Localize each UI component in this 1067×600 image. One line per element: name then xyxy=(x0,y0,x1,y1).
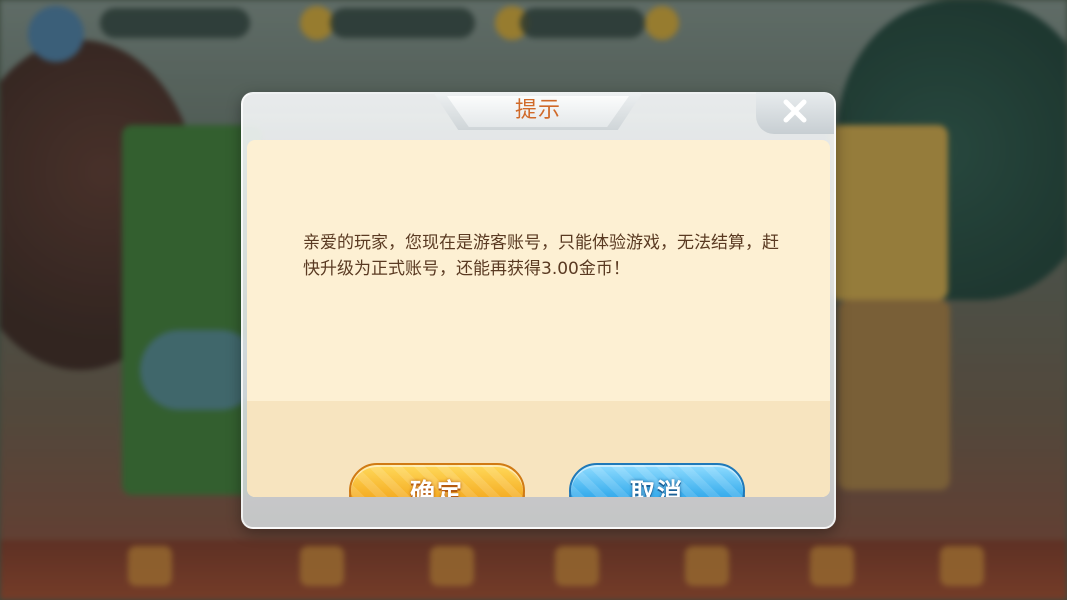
close-icon xyxy=(782,98,808,128)
dialog-content-panel: 亲爱的玩家，您现在是游客账号，只能体验游戏，无法结算，赶快升级为正式账号，还能再… xyxy=(247,140,830,497)
close-button[interactable] xyxy=(756,92,834,134)
cancel-button[interactable]: 取消 xyxy=(569,463,745,497)
dialog-message: 亲爱的玩家，您现在是游客账号，只能体验游戏，无法结算，赶快升级为正式账号，还能再… xyxy=(303,233,779,279)
dialog-title: 提示 xyxy=(514,98,561,123)
confirm-button[interactable]: 确定 xyxy=(349,463,525,497)
notice-dialog: 提示 亲爱的玩家，您现在是游客账号，只能体验游戏，无法结算，赶快升级为正式账号，… xyxy=(241,92,836,529)
